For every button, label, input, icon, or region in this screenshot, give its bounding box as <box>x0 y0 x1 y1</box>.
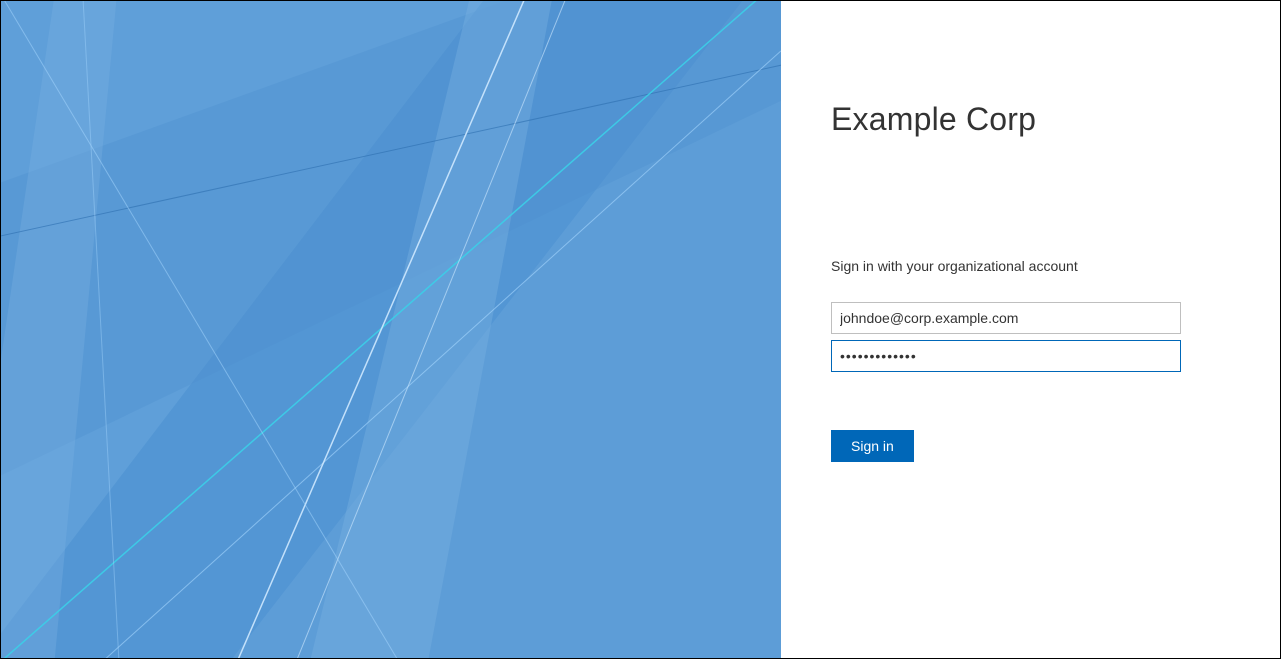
illustration-panel <box>1 1 781 658</box>
username-input[interactable] <box>831 302 1181 334</box>
signin-button[interactable]: Sign in <box>831 430 914 462</box>
organization-title: Example Corp <box>831 101 1230 138</box>
background-geometric-art <box>1 1 781 658</box>
signin-prompt: Sign in with your organizational account <box>831 258 1230 274</box>
password-input[interactable] <box>831 340 1181 372</box>
signin-form-panel: Example Corp Sign in with your organizat… <box>781 1 1280 658</box>
